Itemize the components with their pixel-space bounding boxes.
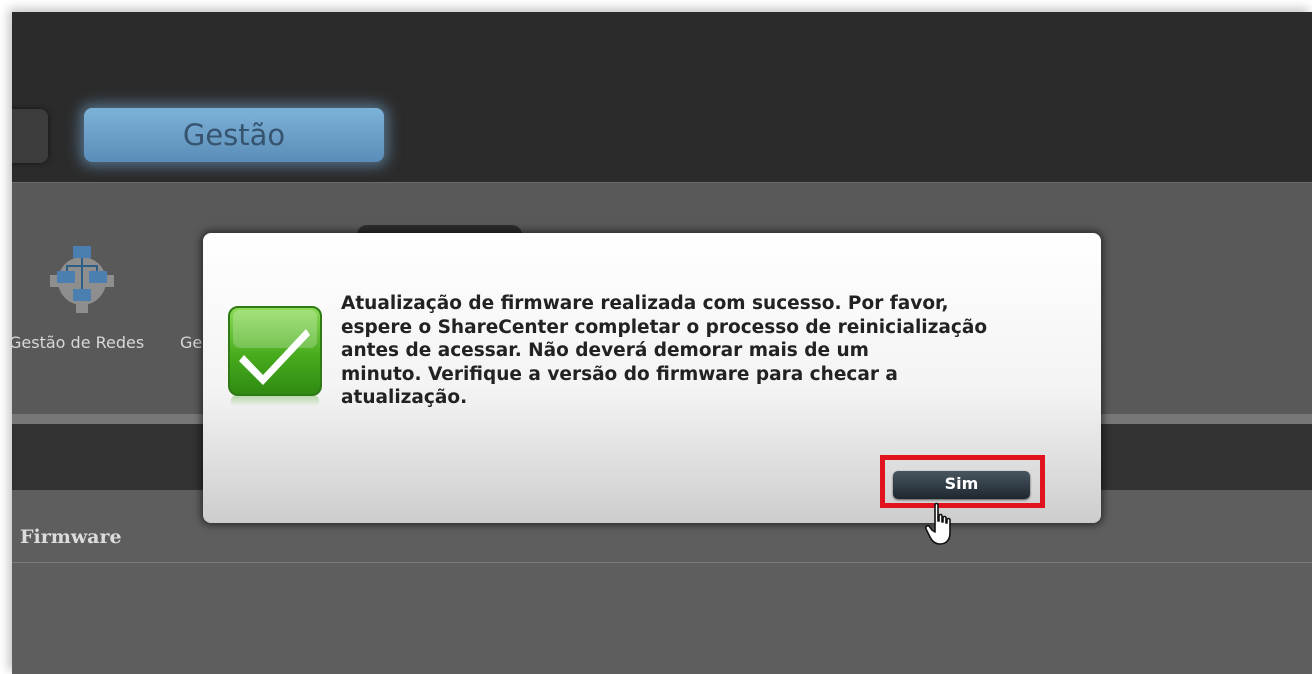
success-check-icon bbox=[228, 306, 322, 406]
top-nav-bar: Gestão bbox=[12, 12, 1312, 182]
tab-previous[interactable] bbox=[12, 109, 48, 163]
confirm-button[interactable]: Sim bbox=[893, 471, 1030, 499]
toolbar-item-label-next[interactable]: Ge bbox=[180, 333, 202, 352]
dialog-message-line: espere o ShareCenter completar o process… bbox=[341, 316, 988, 338]
dialog-message-line: Atualização de firmware realizada com su… bbox=[341, 293, 949, 314]
dialog-message-line: minuto. Verifique a versão do firmware p… bbox=[341, 363, 898, 385]
dialog-message-line: atualização. bbox=[341, 387, 468, 408]
success-dialog: Atualização de firmware realizada com su… bbox=[203, 233, 1101, 523]
tab-gestao[interactable]: Gestão bbox=[84, 108, 384, 162]
section-title-firmware: Firmware bbox=[20, 526, 122, 548]
dialog-message: Atualização de firmware realizada com su… bbox=[341, 292, 1061, 410]
toolbar-item-label-network[interactable]: Gestão de Redes bbox=[12, 333, 144, 352]
hand-pointer-icon bbox=[925, 502, 951, 545]
dialog-message-line: antes de acessar. Não deverá demorar mai… bbox=[341, 340, 869, 361]
network-gear-icon[interactable] bbox=[40, 241, 124, 315]
divider bbox=[12, 562, 1312, 563]
